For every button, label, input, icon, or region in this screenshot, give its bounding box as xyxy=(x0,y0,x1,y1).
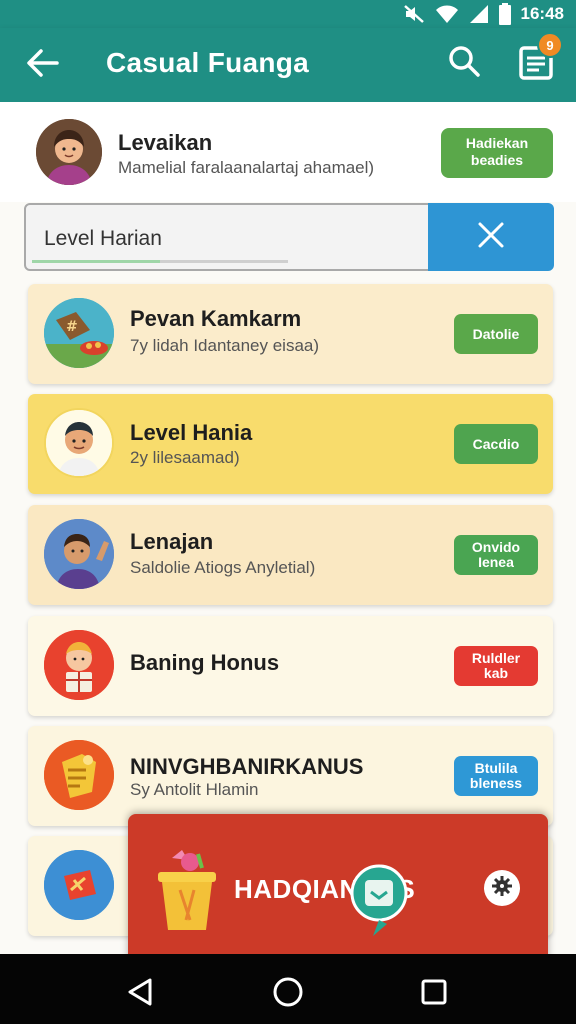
item-action-button[interactable]: Cacdio xyxy=(454,424,538,464)
navigation-bar xyxy=(0,954,576,1024)
status-time: 16:48 xyxy=(520,4,564,23)
list-item[interactable]: NINVGHBANIRKANUS Sy Antolit Hlamin Btuli… xyxy=(28,726,553,826)
search-button[interactable] xyxy=(444,43,484,83)
search-input-value: Level Harian xyxy=(44,227,162,250)
item-subtitle: Saldolie Atiogs Anyletial) xyxy=(130,558,316,577)
search-progress-fill xyxy=(32,260,160,263)
item-title: Pevan Kamkarm xyxy=(130,306,302,331)
gift-badge-icon xyxy=(350,864,408,943)
avatar xyxy=(36,119,102,185)
promo-banner[interactable]: HADQIANNUS xyxy=(128,814,548,954)
item-action-button[interactable]: Btulila bleness xyxy=(454,756,538,796)
item-title: Lenajan xyxy=(130,529,214,554)
ice-cream-cup-icon xyxy=(154,850,220,941)
nav-recents-button[interactable] xyxy=(414,974,454,1014)
mute-icon xyxy=(403,4,425,24)
signal-icon xyxy=(469,4,489,24)
search-progress-track xyxy=(32,260,288,263)
banner-close-button[interactable] xyxy=(484,870,520,906)
list-item[interactable]: Level Hania 2y lilesaamad) Cacdio xyxy=(28,394,553,494)
gift-kid-icon xyxy=(44,630,114,700)
status-bar: 16:48 xyxy=(0,0,576,28)
battery-icon xyxy=(498,3,511,25)
item-action-label: Btulila bleness xyxy=(469,760,523,791)
list-item[interactable]: Lenajan Saldolie Atiogs Anyletial) Onvid… xyxy=(28,505,553,605)
item-action-button[interactable]: Ruldler kab xyxy=(454,646,538,686)
square-recents-icon xyxy=(420,978,448,1011)
item-title: Level Hania xyxy=(130,420,253,445)
item-action-button[interactable]: Onvido Ienea xyxy=(454,535,538,575)
back-button[interactable] xyxy=(22,45,62,85)
gear-icon xyxy=(491,875,513,902)
item-subtitle: 2y lilesaamad) xyxy=(130,448,240,467)
item-action-label: Onvido Ienea xyxy=(471,539,521,570)
item-action-label: Ruldler kab xyxy=(471,650,521,681)
market-stall-icon: # xyxy=(44,298,114,368)
profile-action-label: Hadiekan beadies xyxy=(465,135,529,168)
profile-header: Levaikan Mamelial faralaanalartaj ahamae… xyxy=(0,102,576,202)
search-bar: Level Harian xyxy=(24,203,554,271)
item-subtitle: 7y lidah Idantaney eisaa) xyxy=(130,336,320,355)
item-title: Baning Honus xyxy=(130,650,280,675)
nav-home-button[interactable] xyxy=(268,974,308,1014)
profile-action-button[interactable]: Hadiekan beadies xyxy=(441,128,553,178)
nav-back-button[interactable] xyxy=(120,974,160,1014)
back-arrow-icon xyxy=(25,48,59,83)
waving-boy-icon xyxy=(44,519,114,589)
svg-text:#: # xyxy=(66,319,78,335)
circle-home-icon xyxy=(272,976,304,1013)
item-action-label: Cacdio xyxy=(472,435,520,452)
item-title: NINVGHBANIRKANUS xyxy=(130,754,364,779)
notification-badge: 9 xyxy=(537,32,563,58)
triangle-back-icon xyxy=(126,977,154,1012)
wifi-icon xyxy=(435,4,459,24)
main-content: Levaikan Mamelial faralaanalartaj ahamae… xyxy=(0,102,576,954)
profile-subtitle: Mamelial faralaanalartaj ahamael) xyxy=(118,158,375,177)
list-item[interactable]: # Pevan Kamkarm 7y lidah Idantaney eisaa… xyxy=(28,284,553,384)
app-title: Casual Fuanga xyxy=(106,47,310,78)
search-icon xyxy=(448,45,480,82)
item-subtitle: Sy Antolit Hlamin xyxy=(130,780,259,799)
app-bar: Casual Fuanga xyxy=(0,28,576,102)
clear-search-button[interactable] xyxy=(428,203,554,271)
close-icon xyxy=(476,220,506,255)
bonus-chest-icon xyxy=(44,740,114,810)
item-action-label: Datolie xyxy=(472,325,520,342)
profile-name: Levaikan xyxy=(118,130,213,155)
ticket-icon xyxy=(44,850,114,920)
item-action-button[interactable]: Datolie xyxy=(454,314,538,354)
boy-avatar-icon xyxy=(44,408,114,478)
list-item[interactable]: Baning Honus Ruldler kab xyxy=(28,616,553,716)
search-input[interactable]: Level Harian xyxy=(24,203,430,271)
